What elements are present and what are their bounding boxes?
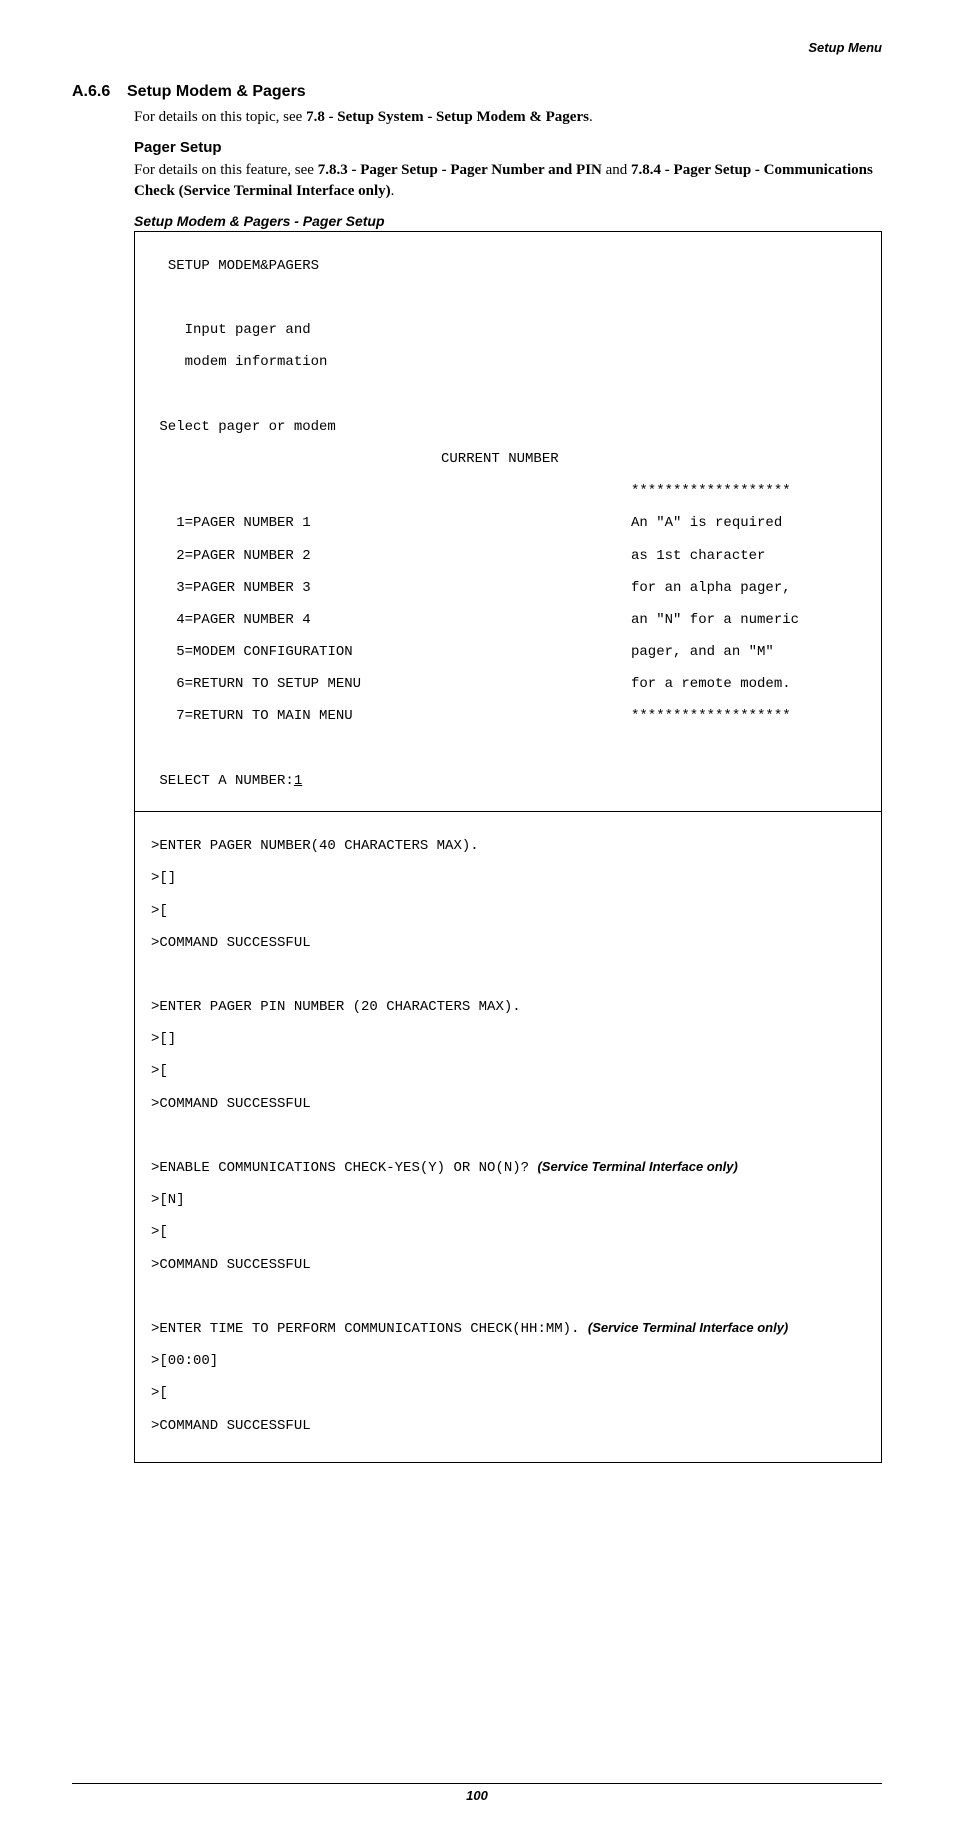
section-number: A.6.6	[72, 83, 127, 101]
terminal-box: SETUP MODEM&PAGERS Input pager and modem…	[134, 231, 882, 1463]
menu-item: 4=PAGER NUMBER 4	[176, 612, 310, 628]
terminal-line: SETUP MODEM&PAGERS	[151, 258, 865, 274]
note-line: for a remote modem.	[631, 676, 865, 692]
terminal-line: 6=RETURN TO SETUP MENU for a remote modem…	[151, 676, 865, 692]
figure-caption: Setup Modem & Pagers - Pager Setup	[134, 213, 882, 229]
terminal-line: 2=PAGER NUMBER 2 as 1st character	[151, 548, 865, 564]
text: For details on this feature, see	[134, 162, 318, 178]
menu-item: 3=PAGER NUMBER 3	[176, 580, 310, 596]
terminal-line: >[00:00]	[151, 1353, 865, 1369]
select-number-label: SELECT A NUMBER:	[159, 773, 293, 789]
terminal-line	[151, 741, 865, 757]
terminal-line: 4=PAGER NUMBER 4 an "N" for a numeric	[151, 612, 865, 628]
terminal-line: >[]	[151, 1031, 865, 1047]
terminal-title: SETUP MODEM&PAGERS	[168, 258, 319, 274]
subsection-heading: Pager Setup	[134, 139, 882, 156]
menu-item: 5=MODEM CONFIGURATION	[176, 644, 352, 660]
text: For details on this topic, see	[134, 109, 306, 125]
terminal-line: CURRENT NUMBER	[151, 451, 865, 467]
note-line: as 1st character	[631, 548, 865, 564]
terminal-line: >COMMAND SUCCESSFUL	[151, 935, 865, 951]
note-line: an "N" for a numeric	[631, 612, 865, 628]
terminal-line: >[	[151, 1063, 865, 1079]
xref-78: 7.8 - Setup System - Setup Modem & Pager…	[306, 109, 589, 125]
terminal-line: >COMMAND SUCCESSFUL	[151, 1096, 865, 1112]
note-line: An "A" is required	[631, 515, 865, 531]
terminal-line: >[	[151, 1385, 865, 1401]
divider	[135, 811, 881, 812]
service-note: (Service Terminal Interface only)	[588, 1320, 788, 1335]
page-number: 100	[466, 1788, 488, 1803]
terminal-line: >COMMAND SUCCESSFUL	[151, 1418, 865, 1434]
text: and	[602, 162, 631, 178]
terminal-line: Input pager and	[151, 322, 865, 338]
text: Input pager and	[185, 322, 311, 338]
terminal-line: >[	[151, 903, 865, 919]
xref-783: 7.8.3 - Pager Setup - Pager Number and P…	[318, 162, 602, 178]
text: .	[589, 109, 593, 125]
terminal-line: >COMMAND SUCCESSFUL	[151, 1257, 865, 1273]
text: >ENABLE COMMUNICATIONS CHECK-YES(Y) OR N…	[151, 1160, 529, 1176]
menu-item: 6=RETURN TO SETUP MENU	[176, 676, 361, 692]
terminal-line: *******************	[151, 483, 865, 499]
text: >ENTER TIME TO PERFORM COMMUNICATIONS CH…	[151, 1321, 579, 1337]
section-heading: A.6.6Setup Modem & Pagers	[72, 83, 882, 101]
terminal-line: modem information	[151, 354, 865, 370]
terminal-line: >[N]	[151, 1192, 865, 1208]
terminal-line: 1=PAGER NUMBER 1 An "A" is required	[151, 515, 865, 531]
terminal-line: >ENTER PAGER NUMBER(40 CHARACTERS MAX).	[151, 838, 865, 854]
section-title: Setup Modem & Pagers	[127, 83, 306, 100]
terminal-line: >[]	[151, 870, 865, 886]
select-number-value: 1	[294, 773, 302, 789]
terminal-line	[151, 387, 865, 403]
terminal-line: SELECT A NUMBER:1	[151, 773, 865, 789]
terminal-line	[151, 290, 865, 306]
terminal-line: Select pager or modem	[151, 419, 865, 435]
section-intro-paragraph: For details on this topic, see 7.8 - Set…	[134, 107, 882, 127]
current-number-label: CURRENT NUMBER	[441, 451, 631, 467]
stars: *******************	[631, 708, 865, 724]
service-note: (Service Terminal Interface only)	[537, 1159, 737, 1174]
terminal-line	[151, 1289, 865, 1305]
text: Select pager or modem	[159, 419, 335, 435]
terminal-line: 5=MODEM CONFIGURATION pager, and an "M"	[151, 644, 865, 660]
terminal-line: >ENTER PAGER PIN NUMBER (20 CHARACTERS M…	[151, 999, 865, 1015]
terminal-line	[151, 967, 865, 983]
menu-item: 1=PAGER NUMBER 1	[176, 515, 310, 531]
terminal-line: >ENABLE COMMUNICATIONS CHECK-YES(Y) OR N…	[151, 1160, 865, 1176]
page-footer: 100	[72, 1783, 882, 1803]
terminal-line: 7=RETURN TO MAIN MENU *******************	[151, 708, 865, 724]
pager-intro-paragraph: For details on this feature, see 7.8.3 -…	[134, 160, 882, 201]
terminal-line: >[	[151, 1224, 865, 1240]
menu-item: 2=PAGER NUMBER 2	[176, 548, 310, 564]
terminal-line: >ENTER TIME TO PERFORM COMMUNICATIONS CH…	[151, 1321, 865, 1337]
terminal-line	[151, 1128, 865, 1144]
note-line: pager, and an "M"	[631, 644, 865, 660]
terminal-line: 3=PAGER NUMBER 3 for an alpha pager,	[151, 580, 865, 596]
text: .	[391, 183, 395, 199]
header-corner: Setup Menu	[72, 40, 882, 55]
note-line: for an alpha pager,	[631, 580, 865, 596]
stars: *******************	[631, 483, 865, 499]
menu-item: 7=RETURN TO MAIN MENU	[176, 708, 352, 724]
text: modem information	[185, 354, 328, 370]
